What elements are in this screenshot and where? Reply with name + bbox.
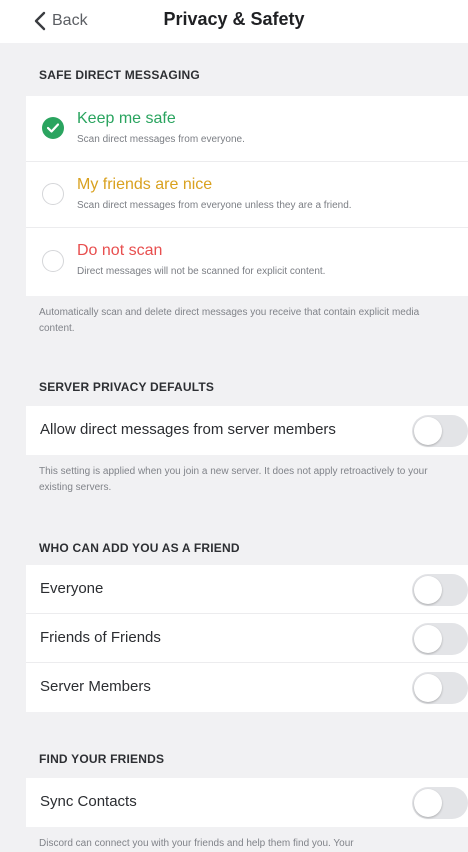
option-description: Scan direct messages from everyone unles… (77, 200, 352, 211)
toggle-row-friends-of-friends: Friends of Friends (26, 614, 468, 663)
toggle-label: Sync Contacts (40, 793, 137, 810)
toggle-knob (414, 625, 442, 653)
radio-unchecked-icon (42, 183, 64, 205)
toggle-friends-of-friends[interactable] (412, 623, 468, 655)
toggle-server-members[interactable] (412, 672, 468, 704)
find-friends-footer: Discord can connect you with your friend… (39, 838, 354, 849)
radio-option-do-not-scan[interactable]: Do not scan Direct messages will not be … (26, 228, 468, 296)
toggle-knob (414, 417, 442, 445)
toggle-row-everyone: Everyone (26, 565, 468, 614)
option-description: Direct messages will not be scanned for … (77, 266, 326, 277)
option-description: Scan direct messages from everyone. (77, 134, 245, 145)
toggle-row-sync-contacts: Sync Contacts (26, 778, 468, 827)
checkmark-circle-icon (42, 117, 64, 139)
toggle-label: Allow direct messages from server member… (40, 421, 336, 438)
radio-option-friends-are-nice[interactable]: My friends are nice Scan direct messages… (26, 162, 468, 228)
add-friend-card: Everyone Friends of Friends Server Membe… (26, 565, 468, 712)
toggle-knob (414, 576, 442, 604)
radio-unchecked-icon (42, 250, 64, 272)
safe-dm-options: Keep me safe Scan direct messages from e… (26, 96, 468, 296)
toggle-server-dms[interactable] (412, 415, 468, 447)
find-friends-card: Sync Contacts (26, 778, 468, 827)
section-title-find-friends: FIND YOUR FRIENDS (39, 752, 165, 766)
nav-bar: Back Privacy & Safety (0, 0, 468, 43)
page-title: Privacy & Safety (163, 9, 305, 29)
toggle-row-server-members: Server Members (26, 663, 468, 712)
toggle-knob (414, 674, 442, 702)
toggle-sync-contacts[interactable] (412, 787, 468, 819)
section-title-safe-dm: SAFE DIRECT MESSAGING (39, 68, 200, 82)
section-title-add-friend: WHO CAN ADD YOU AS A FRIEND (39, 541, 240, 555)
safe-dm-footer: Automatically scan and delete direct mes… (39, 307, 420, 334)
server-privacy-footer: This setting is applied when you join a … (39, 466, 428, 493)
section-title-server-privacy: SERVER PRIVACY DEFAULTS (39, 380, 215, 394)
toggle-label: Everyone (40, 580, 104, 597)
radio-option-keep-me-safe[interactable]: Keep me safe Scan direct messages from e… (26, 96, 468, 162)
toggle-label: Server Members (40, 678, 151, 695)
toggle-label: Friends of Friends (40, 629, 161, 646)
toggle-everyone[interactable] (412, 574, 468, 606)
option-label: Keep me safe (77, 110, 176, 127)
server-privacy-card: Allow direct messages from server member… (26, 406, 468, 455)
option-label: My friends are nice (77, 176, 213, 193)
toggle-row-server-dms: Allow direct messages from server member… (26, 406, 468, 455)
option-label: Do not scan (77, 242, 163, 259)
toggle-knob (414, 789, 442, 817)
